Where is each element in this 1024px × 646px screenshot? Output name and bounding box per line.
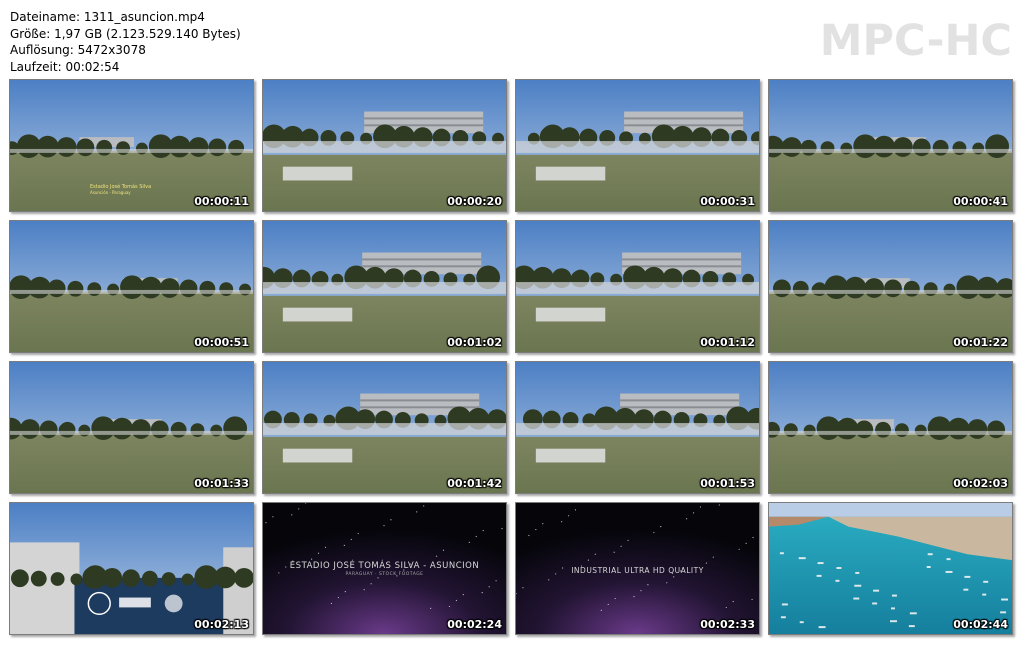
thumbnail-timestamp: 00:02:24: [447, 618, 502, 631]
thumbnail-image: [10, 80, 253, 211]
video-thumbnail: 00:02:13: [9, 502, 254, 635]
thumbnail-image: [769, 80, 1012, 211]
thumbnail-timestamp: 00:02:44: [953, 618, 1008, 631]
video-thumbnail: ESTADIO JOSÉ TOMÁS SILVA - ASUNCION PARAG…: [262, 502, 507, 635]
thumbnail-timestamp: 00:02:33: [700, 618, 755, 631]
video-thumbnail: 00:00:41: [768, 79, 1013, 212]
mpc-hc-logo: MPC-HC: [819, 16, 1012, 66]
thumbnail-image: [516, 221, 759, 352]
thumbnail-timestamp: 00:01:02: [447, 336, 502, 349]
thumbnail-image: [263, 80, 506, 211]
video-thumbnail: 00:01:22: [768, 220, 1013, 353]
thumbnail-image: [10, 362, 253, 493]
duration-text: Laufzeit: 00:02:54: [10, 59, 120, 74]
video-thumbnail: 00:00:51: [9, 220, 254, 353]
thumbnail-timestamp: 00:02:03: [953, 477, 1008, 490]
video-thumbnail: 00:01:02: [262, 220, 507, 353]
thumbnail-timestamp: 00:00:31: [700, 195, 755, 208]
thumbnail-timestamp: 00:01:22: [953, 336, 1008, 349]
video-thumbnail: 00:01:12: [515, 220, 760, 353]
video-thumbnail: Estadio José Tomás Silva Asunción · Parag…: [9, 79, 254, 212]
thumbnail-image: [769, 221, 1012, 352]
thumbnail-timestamp: 00:00:20: [447, 195, 502, 208]
thumbnail-image: [263, 221, 506, 352]
thumbnail-grid: Estadio José Tomás Silva Asunción · Parag…: [9, 79, 1013, 635]
thumbnail-image: [263, 362, 506, 493]
thumbnail-timestamp: 00:00:51: [194, 336, 249, 349]
video-thumbnail: 00:02:44: [768, 502, 1013, 635]
video-overlay-location: Asunción · Paraguay: [90, 190, 131, 195]
thumbnail-image: [10, 503, 253, 634]
title-card-subheading: PARAGUAY · STOCK FOOTAGE: [345, 572, 424, 577]
thumbnail-timestamp: 00:01:12: [700, 336, 755, 349]
title-card-heading: ESTADIO JOSÉ TOMÁS SILVA - ASUNCION: [289, 561, 480, 571]
resolution-text: Auflösung: 5472x3078: [10, 43, 146, 57]
video-thumbnail: INDUSTRIAL ULTRA HD QUALITY 00:02:33: [515, 502, 760, 635]
thumbnail-image: [516, 80, 759, 211]
thumbnail-timestamp: 00:00:41: [953, 195, 1008, 208]
file-name-text: Dateiname: 1311_asuncion.mp4: [10, 10, 205, 24]
thumbnail-image: [10, 221, 253, 352]
file-size-text: Größe: 1,97 GB (2.123.529.140 Bytes): [10, 26, 241, 41]
thumbnail-timestamp: 00:02:13: [194, 618, 249, 631]
file-info-panel: Dateiname: 1311_asuncion.mp4 Größe: 1,97…: [10, 9, 241, 75]
thumbnail-timestamp: 00:01:53: [700, 477, 755, 490]
quality-tagline: INDUSTRIAL ULTRA HD QUALITY: [571, 566, 704, 575]
video-thumbnail: 00:01:33: [9, 361, 254, 494]
thumbnail-image: [769, 362, 1012, 493]
video-thumbnail: 00:00:31: [515, 79, 760, 212]
thumbnail-image: [516, 362, 759, 493]
thumbnail-image: [769, 503, 1012, 634]
thumbnail-timestamp: 00:00:11: [194, 195, 249, 208]
video-thumbnail: 00:01:42: [262, 361, 507, 494]
thumbnail-timestamp: 00:01:42: [447, 477, 502, 490]
thumbnail-timestamp: 00:01:33: [194, 477, 249, 490]
video-thumbnail: 00:01:53: [515, 361, 760, 494]
video-thumbnail: 00:00:20: [262, 79, 507, 212]
video-thumbnail: 00:02:03: [768, 361, 1013, 494]
